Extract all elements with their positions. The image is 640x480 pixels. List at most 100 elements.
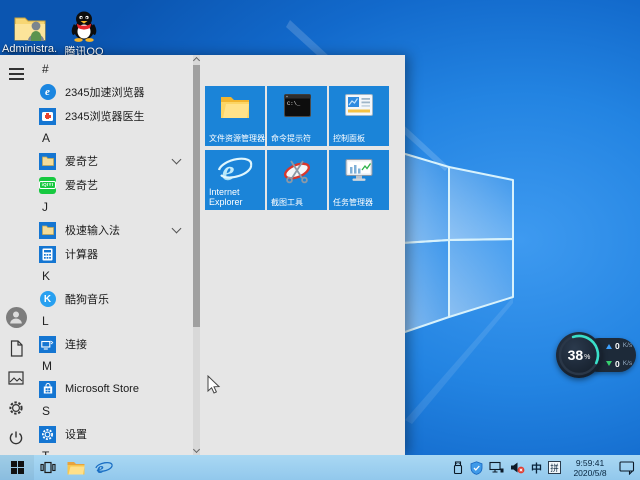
app-item-settings[interactable]: 设置: [32, 422, 192, 446]
app-item-2345-browser[interactable]: e 2345加速浏览器: [32, 80, 192, 104]
app-label: 连接: [65, 339, 87, 351]
volume-muted-tray-icon[interactable]: [510, 461, 525, 474]
tile-label: 任务管理器: [333, 197, 373, 207]
system-tray: 中 拼 9:59:41 2020/5/8: [452, 458, 640, 478]
section-header[interactable]: J: [32, 197, 192, 218]
snipping-tool-icon: [267, 158, 327, 184]
app-list-scrollbar[interactable]: [193, 55, 201, 455]
folder-icon: [39, 152, 56, 170]
gear-icon: [9, 401, 23, 415]
power-icon: [9, 431, 23, 445]
section-header[interactable]: #: [32, 59, 192, 80]
app-label: 2345加速浏览器: [65, 87, 145, 99]
taskbar-internet-explorer-button[interactable]: e: [90, 455, 118, 480]
clock-time: 9:59:41: [575, 457, 605, 468]
memory-usage-ball[interactable]: 38 %: [556, 332, 602, 378]
taskbar-clock[interactable]: 9:59:41 2020/5/8: [567, 458, 613, 478]
app-label: 酷狗音乐: [65, 294, 109, 306]
documents-button[interactable]: [0, 335, 32, 361]
section-header[interactable]: M: [32, 356, 192, 377]
internet-explorer-icon: e: [95, 461, 113, 476]
ime-language-indicator[interactable]: 中: [531, 460, 542, 476]
app-folder-iqiyi[interactable]: 爱奇艺: [32, 149, 192, 173]
settings-gear-icon: [39, 425, 56, 443]
2345-doctor-icon: [39, 107, 56, 125]
tile-label: 文件资源管理器: [209, 133, 265, 143]
usage-arc: [558, 334, 600, 376]
task-view-button[interactable]: [34, 455, 62, 480]
scrollbar-thumb[interactable]: [193, 65, 200, 327]
taskbar: e 中 拼 9:59:41 2020/5/8: [0, 455, 640, 480]
ime-pinyin-badge[interactable]: 拼: [548, 461, 561, 474]
tile-task-manager[interactable]: 任务管理器: [329, 150, 389, 210]
app-item-2345-doctor[interactable]: 2345浏览器医生: [32, 104, 192, 128]
file-explorer-icon: [205, 94, 265, 119]
desktop-icon-administrator[interactable]: Administra...: [2, 6, 58, 55]
app-label: Microsoft Store: [65, 383, 139, 395]
upload-speed-value: 0: [615, 341, 620, 351]
taskbar-file-explorer-button[interactable]: [62, 455, 90, 480]
usb-device-tray-icon[interactable]: [452, 460, 464, 475]
tile-command-prompt[interactable]: C:\_ 命令提示符: [267, 86, 327, 146]
2345-browser-icon: e: [39, 84, 56, 101]
settings-button[interactable]: [0, 395, 32, 421]
store-icon: [39, 380, 56, 398]
app-label: 计算器: [65, 249, 98, 261]
network-tray-icon[interactable]: [489, 461, 504, 474]
power-button[interactable]: [0, 425, 32, 451]
security-shield-tray-icon[interactable]: [470, 460, 483, 475]
upload-speed-row: 0 K/s: [606, 341, 633, 351]
app-label: 设置: [65, 429, 87, 441]
download-arrow-icon: [606, 361, 612, 367]
tile-label: Internet Explorer: [209, 187, 243, 207]
app-item-connect[interactable]: 连接: [32, 332, 192, 356]
section-header[interactable]: L: [32, 311, 192, 332]
section-header[interactable]: A: [32, 128, 192, 149]
file-explorer-icon: [67, 462, 85, 475]
app-item-iqiyi[interactable]: iQIYI 爱奇艺: [32, 173, 192, 197]
section-header[interactable]: K: [32, 266, 192, 287]
folder-icon: [39, 221, 56, 239]
desktop-icon-qq[interactable]: 腾讯QQ: [56, 6, 112, 59]
iqiyi-icon: iQIYI: [39, 176, 56, 194]
internet-explorer-icon: e: [205, 153, 265, 187]
app-item-kugou[interactable]: K 酷狗音乐: [32, 287, 192, 311]
qq-penguin-icon: [56, 6, 112, 42]
tile-snipping-tool[interactable]: 截图工具: [267, 150, 327, 210]
tile-label: 控制面板: [333, 133, 365, 143]
connect-icon: [39, 335, 56, 353]
pictures-button[interactable]: [0, 365, 32, 391]
chevron-down-icon: [171, 154, 182, 165]
clock-date: 2020/5/8: [573, 467, 607, 478]
app-item-microsoft-store[interactable]: Microsoft Store: [32, 377, 192, 401]
task-view-icon: [40, 461, 56, 474]
tile-control-panel[interactable]: 控制面板: [329, 86, 389, 146]
tile-label: 命令提示符: [271, 133, 311, 143]
tile-label: 截图工具: [271, 197, 303, 207]
kugou-icon: K: [39, 291, 56, 308]
document-icon: [10, 339, 23, 357]
expand-menu-button[interactable]: [0, 61, 32, 87]
app-item-calculator[interactable]: 计算器: [32, 242, 192, 266]
upload-arrow-icon: [606, 343, 612, 349]
section-header[interactable]: S: [32, 401, 192, 422]
app-label: 极速输入法: [65, 225, 120, 237]
hamburger-icon: [8, 68, 24, 80]
control-panel-icon: [329, 94, 389, 116]
start-menu-tiles: 文件资源管理器 C:\_ 命令提示符 控制面板 e Internet Explo…: [200, 55, 405, 455]
upload-speed-unit: K/s: [622, 342, 633, 349]
user-account-button[interactable]: [0, 304, 32, 330]
download-speed-value: 0: [615, 358, 620, 369]
avatar: [5, 306, 27, 328]
desktop-icon-label: Administra...: [2, 43, 58, 55]
app-folder-jisu-ime[interactable]: 极速输入法: [32, 218, 192, 242]
app-label: 爱奇艺: [65, 156, 98, 168]
chevron-down-icon: [171, 223, 182, 234]
start-button[interactable]: [0, 455, 34, 480]
download-speed-row: 0 K/s: [606, 358, 632, 369]
tile-file-explorer[interactable]: 文件资源管理器: [205, 86, 265, 146]
user-folder-icon: [2, 6, 58, 42]
action-center-button[interactable]: [619, 460, 635, 475]
speed-monitor-widget[interactable]: 0 K/s 0 K/s 38 %: [556, 332, 636, 378]
tile-internet-explorer[interactable]: e Internet Explorer: [205, 150, 265, 210]
